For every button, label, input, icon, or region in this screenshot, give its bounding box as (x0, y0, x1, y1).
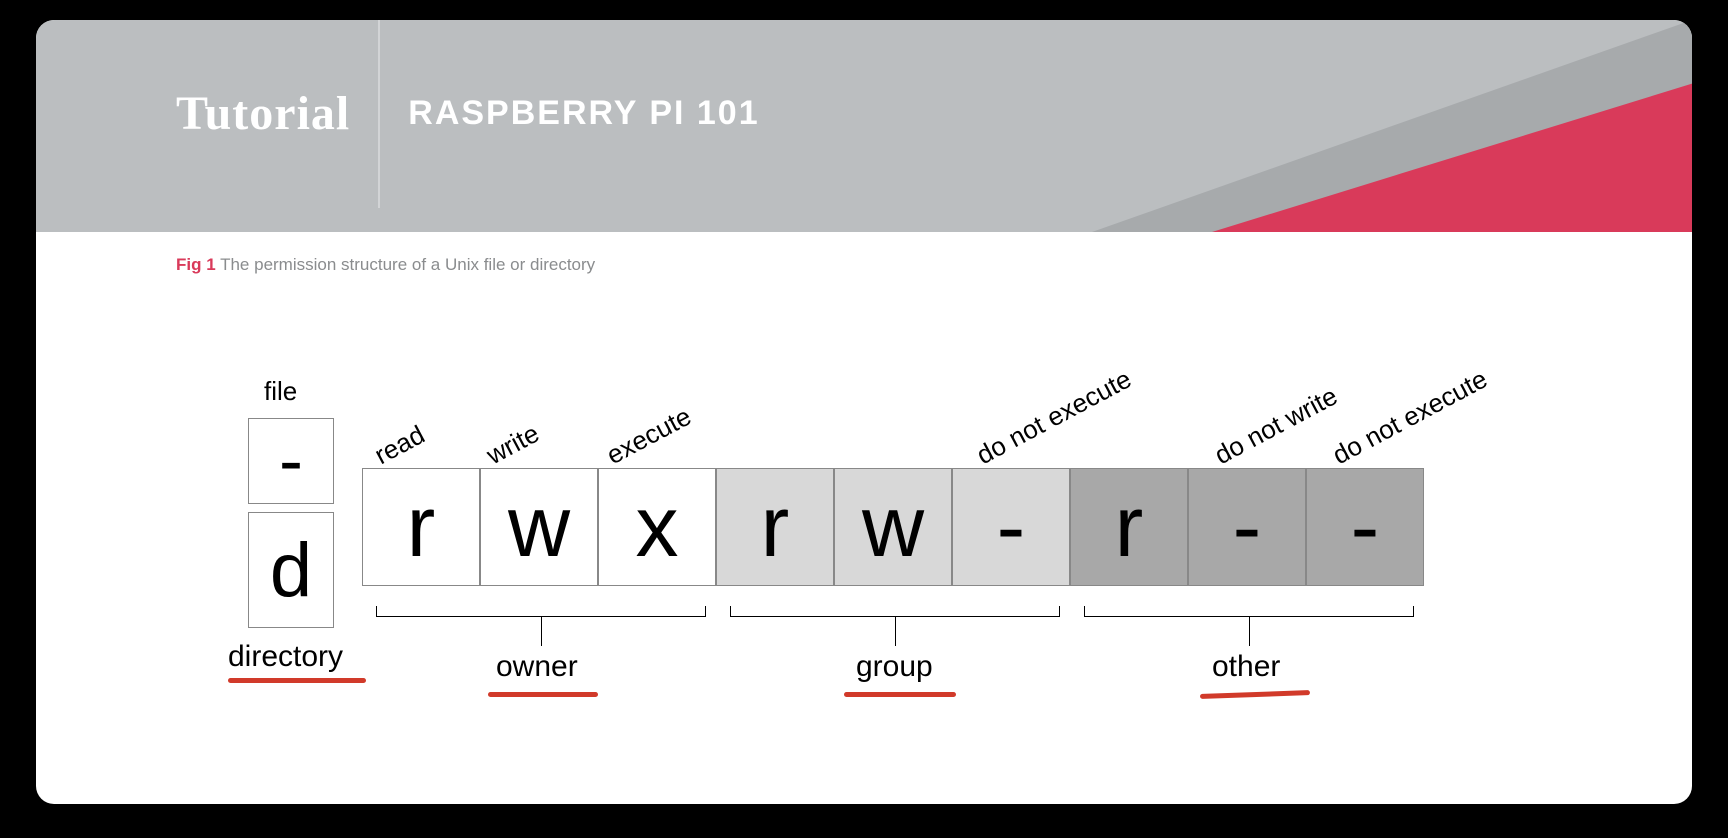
label-do-not-execute-1: do not execute (971, 364, 1136, 471)
label-do-not-write: do not write (1209, 381, 1342, 471)
label-read: read (369, 419, 430, 471)
figure-caption: Fig 1 The permission structure of a Unix… (176, 254, 595, 275)
box-group-r: r (716, 468, 834, 586)
header-title: RASPBERRY PI 101 (408, 94, 759, 133)
box-file-dash: - (248, 418, 334, 504)
box-owner-x: x (598, 468, 716, 586)
box-group-w: w (834, 468, 952, 586)
label-group: group (856, 650, 933, 684)
header-accent-pink (1212, 20, 1692, 232)
box-owner-r: r (362, 468, 480, 586)
label-directory: directory (228, 640, 343, 674)
box-other-r: r (1070, 468, 1188, 586)
underline-directory (228, 678, 366, 683)
box-group-x: - (952, 468, 1070, 586)
box-owner-w: w (480, 468, 598, 586)
permissions-diagram: file read write execute do not execute d… (176, 320, 1556, 790)
header-tag: Tutorial (176, 86, 350, 141)
header-divider (378, 20, 380, 208)
permission-row: r w x r w - r - - (362, 468, 1424, 586)
underline-group (844, 692, 956, 697)
header: Tutorial RASPBERRY PI 101 (36, 20, 1692, 232)
figure-text: The permission structure of a Unix file … (220, 255, 595, 274)
label-owner: owner (496, 650, 578, 684)
label-file: file (264, 376, 297, 407)
underline-owner (488, 692, 598, 697)
label-write: write (481, 418, 544, 471)
figure-number: Fig 1 (176, 255, 216, 274)
box-other-x: - (1306, 468, 1424, 586)
box-other-w: - (1188, 468, 1306, 586)
underline-other (1200, 690, 1310, 699)
label-other: other (1212, 650, 1280, 684)
label-do-not-execute-2: do not execute (1327, 364, 1492, 471)
box-directory-d: d (248, 512, 334, 628)
header-accent-grey (1092, 20, 1692, 232)
document-card: Tutorial RASPBERRY PI 101 Fig 1 The perm… (36, 20, 1692, 804)
label-execute: execute (601, 401, 696, 471)
